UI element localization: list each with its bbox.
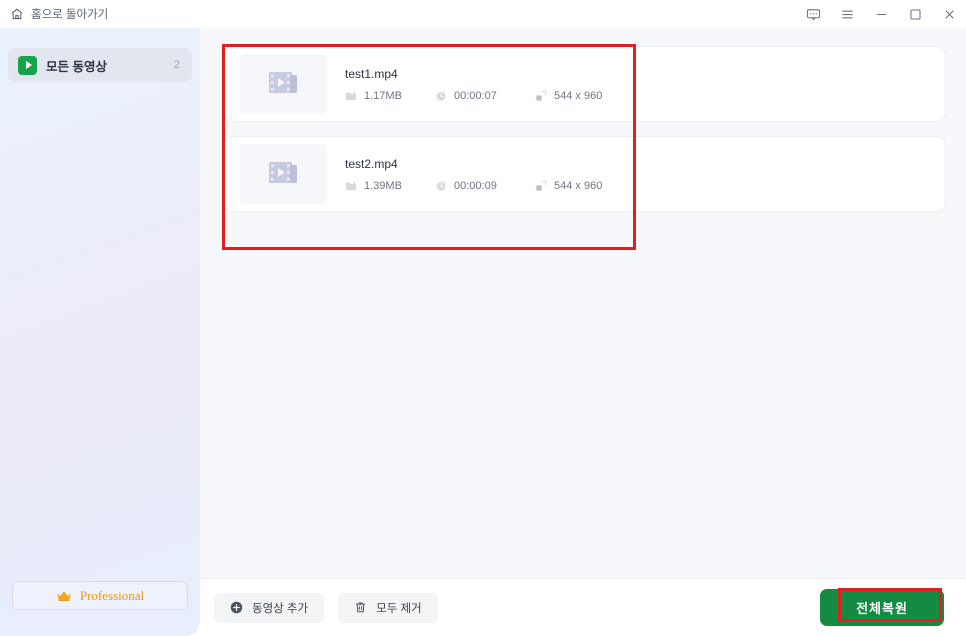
clock-icon [435, 180, 447, 192]
crown-icon [56, 590, 72, 602]
video-file-list: test1.mp4 1.17MB 00:00:07 544 x 960 test… [200, 28, 966, 578]
file-icon [345, 90, 357, 102]
file-resolution: 544 x 960 [535, 90, 655, 102]
file-meta-row: 1.17MB 00:00:07 544 x 960 [345, 90, 655, 102]
trash-icon [354, 601, 367, 614]
file-info: test1.mp4 1.17MB 00:00:07 544 x 960 [345, 67, 655, 102]
feedback-icon [806, 7, 821, 22]
file-duration: 00:00:07 [435, 90, 535, 102]
file-resolution: 544 x 960 [535, 180, 655, 192]
maximize-button[interactable] [898, 0, 932, 28]
file-size: 1.39MB [345, 180, 435, 192]
video-play-icon [18, 55, 37, 75]
title-bar: 홈으로 돌아가기 [0, 0, 966, 28]
video-thumbnail [239, 54, 327, 114]
hamburger-menu-button[interactable] [830, 0, 864, 28]
file-name: test1.mp4 [345, 66, 398, 81]
file-name: test2.mp4 [345, 156, 398, 171]
video-thumbnail [239, 144, 327, 204]
file-resolution-value: 544 x 960 [554, 179, 603, 192]
add-video-button[interactable]: 동영상 추가 [214, 592, 325, 623]
back-to-home-label: 홈으로 돌아가기 [31, 9, 109, 21]
restore-all-button[interactable]: 전체복원 [820, 589, 944, 626]
add-video-label: 동영상 추가 [252, 602, 309, 615]
sidebar-item-all-videos[interactable]: 모든 동영상 2 [8, 48, 192, 82]
remove-all-label: 모두 제거 [376, 602, 422, 615]
file-icon [345, 180, 357, 192]
table-row[interactable]: test1.mp4 1.17MB 00:00:07 544 x 960 [224, 46, 946, 122]
window-controls [796, 0, 966, 28]
file-size-value: 1.39MB [364, 179, 402, 192]
sidebar-item-label: 모든 동영상 [46, 59, 107, 74]
restore-all-label: 전체복원 [856, 601, 908, 616]
file-duration: 00:00:09 [435, 180, 535, 192]
professional-upgrade-button[interactable]: Professional [12, 581, 188, 610]
minimize-icon [874, 7, 889, 22]
film-play-icon [266, 159, 300, 189]
clock-icon [435, 90, 447, 102]
plus-circle-icon [230, 601, 243, 614]
file-duration-value: 00:00:09 [454, 179, 497, 192]
hamburger-menu-icon [840, 7, 855, 22]
resize-icon [535, 90, 547, 102]
minimize-button[interactable] [864, 0, 898, 28]
file-resolution-value: 544 x 960 [554, 89, 603, 102]
professional-label: Professional [79, 587, 145, 603]
back-to-home-button[interactable]: 홈으로 돌아가기 [0, 3, 116, 25]
main-content: test1.mp4 1.17MB 00:00:07 544 x 960 test… [200, 28, 966, 636]
film-play-icon [266, 69, 300, 99]
feedback-button[interactable] [796, 0, 830, 28]
sidebar-item-count: 2 [173, 59, 180, 71]
remove-all-button[interactable]: 모두 제거 [338, 592, 438, 623]
close-button[interactable] [932, 0, 966, 28]
home-icon [10, 7, 24, 21]
resize-icon [535, 180, 547, 192]
app-window: 홈으로 돌아가기 모든 동영상 2 Professional test1.mp4… [0, 0, 966, 636]
bottom-toolbar: 동영상 추가 모두 제거 전체복원 [200, 578, 966, 636]
file-info: test2.mp4 1.39MB 00:00:09 544 x 960 [345, 157, 655, 192]
close-icon [942, 7, 957, 22]
file-size-value: 1.17MB [364, 89, 402, 102]
file-size: 1.17MB [345, 90, 435, 102]
table-row[interactable]: test2.mp4 1.39MB 00:00:09 544 x 960 [224, 136, 946, 212]
maximize-icon [908, 7, 923, 22]
file-meta-row: 1.39MB 00:00:09 544 x 960 [345, 180, 655, 192]
file-duration-value: 00:00:07 [454, 89, 497, 102]
sidebar: 모든 동영상 2 Professional [0, 28, 200, 636]
